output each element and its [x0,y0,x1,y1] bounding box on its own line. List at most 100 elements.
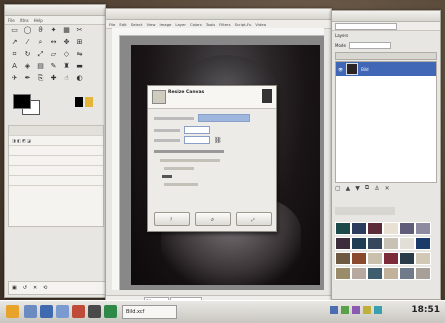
tool-options-row-1[interactable] [9,146,103,156]
image-select[interactable] [335,22,397,30]
paintbrush-icon[interactable]: ♜ [61,61,72,71]
menu-tools[interactable]: Tools [206,22,215,27]
clone-icon[interactable]: ⎘ [35,73,46,83]
tray-icon[interactable] [374,306,382,314]
palette-swatch[interactable] [399,267,415,280]
palette-swatch[interactable] [383,252,399,265]
ink-icon[interactable]: ✒ [22,73,33,83]
reset-options-icon[interactable]: ⟲ [43,285,47,291]
perspective-icon[interactable]: ◇ [61,49,72,59]
tray-icon[interactable] [341,306,349,314]
menu-select[interactable]: Select [131,22,143,27]
smudge-icon[interactable]: ☝ [61,73,72,83]
palette-swatch[interactable] [351,267,367,280]
mode-select[interactable] [348,41,391,49]
layers-titlebar[interactable] [332,11,440,22]
toolbox-titlebar[interactable] [5,5,105,16]
dodge-icon[interactable]: ◐ [74,73,85,83]
zoom-icon[interactable]: ⌕ [35,37,46,47]
move-icon[interactable]: ✥ [61,37,72,47]
lower-layer-icon[interactable]: ▼ [355,185,360,192]
menu-file[interactable]: File [109,22,115,27]
eye-icon[interactable]: 👁 [338,67,343,72]
delete-options-icon[interactable]: ✕ [33,285,37,291]
width-input[interactable] [184,126,210,134]
preset-input[interactable] [198,114,250,122]
palette-swatch[interactable] [335,267,351,280]
menu-script-fu[interactable]: Script-Fu [235,22,252,27]
rotate-icon[interactable]: ↻ [22,49,33,59]
taskbar-task[interactable]: Bild.xcf [122,305,177,319]
scale-icon[interactable]: ⤢ [35,49,46,59]
palette-swatch[interactable] [415,222,431,235]
palette-swatch[interactable] [383,267,399,280]
opacity-slider[interactable] [335,52,437,60]
heal-icon[interactable]: ✚ [48,73,59,83]
brush-indicator[interactable] [75,97,83,107]
taskbar-app-icon-2[interactable] [40,305,53,318]
text-icon[interactable]: A [9,61,20,71]
image-window-titlebar[interactable] [106,9,331,20]
bucket-fill-icon[interactable]: ◈ [22,61,33,71]
align-icon[interactable]: ⊞ [74,37,85,47]
menu-edit[interactable]: Edit [119,22,126,27]
palette-swatch[interactable] [351,222,367,235]
measure-icon[interactable]: ↔ [48,37,59,47]
save-options-icon[interactable]: ▣ [12,285,17,291]
crop-icon[interactable]: ⌗ [9,49,20,59]
height-input[interactable] [184,136,210,144]
palette-swatch[interactable] [351,237,367,250]
resize-button[interactable]: ⤢ [236,212,272,226]
color-select-icon[interactable]: ▦ [61,25,72,35]
taskbar-app-icon-1[interactable] [24,305,37,318]
duplicate-layer-icon[interactable]: ⧉ [365,184,369,192]
option-line-2[interactable] [164,167,194,170]
menu-filters[interactable]: Filters [219,22,230,27]
menu-colors[interactable]: Colors [190,22,202,27]
palette-swatch[interactable] [415,252,431,265]
fuzzy-select-icon[interactable]: ✦ [48,25,59,35]
layer-row[interactable]: 👁 Bild [336,62,436,76]
taskbar-app-icon-5[interactable] [88,305,101,318]
ellipse-select-icon[interactable]: ◯ [22,25,33,35]
taskbar-app-icon-4[interactable] [72,305,85,318]
blend-icon[interactable]: ▤ [35,61,46,71]
scissors-icon[interactable]: ✂ [74,25,85,35]
layers-tab[interactable]: Layers [335,33,348,38]
shear-icon[interactable]: ▱ [48,49,59,59]
toolbox-menu-file[interactable]: File [8,18,15,23]
color-picker-icon[interactable]: ⁄ [22,37,33,47]
palette-swatch[interactable] [367,267,383,280]
tray-icon[interactable] [352,306,360,314]
clock[interactable]: 18:51 [411,305,440,315]
palette-swatch[interactable] [351,252,367,265]
option-line-3[interactable] [164,183,198,186]
menu-view[interactable]: View [146,22,155,27]
rect-select-icon[interactable]: ▭ [9,25,20,35]
palette-swatch[interactable] [383,222,399,235]
taskbar-app-icon-3[interactable] [56,305,69,318]
chain-icon[interactable]: ⛓ [214,137,222,144]
raise-layer-icon[interactable]: ▲ [346,185,351,192]
help-button[interactable]: ? [154,212,190,226]
tool-options-row-2[interactable] [9,156,103,166]
menu-video[interactable]: Video [255,22,266,27]
delete-layer-icon[interactable]: ✕ [385,185,390,192]
menu-image[interactable]: Image [159,22,171,27]
palette-swatch[interactable] [399,252,415,265]
pattern-indicator[interactable] [85,97,93,107]
palette-swatch[interactable] [415,267,431,280]
toolbox-menu-help[interactable]: Help [34,18,43,23]
palette-swatch[interactable] [383,237,399,250]
palette-swatch[interactable] [367,252,383,265]
tool-options-row-4[interactable] [9,176,103,186]
palette-swatch[interactable] [335,237,351,250]
reset-button[interactable]: ↺ [195,212,231,226]
taskbar-app-icon-6[interactable] [104,305,117,318]
tool-options-row-3[interactable] [9,166,103,176]
paths-icon[interactable]: ↗ [9,37,20,47]
start-menu-icon[interactable] [6,305,19,318]
menu-layer[interactable]: Layer [175,22,186,27]
palette-swatch[interactable] [367,237,383,250]
palette-swatch[interactable] [415,237,431,250]
